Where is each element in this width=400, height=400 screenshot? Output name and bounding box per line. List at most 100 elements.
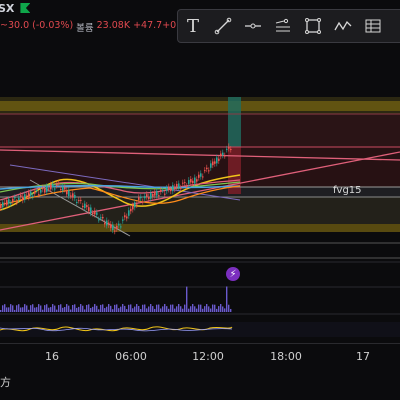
candle-body bbox=[52, 183, 54, 188]
candle-body bbox=[72, 193, 74, 198]
volume-bar bbox=[174, 308, 176, 312]
volume-bar bbox=[228, 304, 230, 312]
candle-body bbox=[228, 146, 230, 149]
candle-body bbox=[136, 204, 138, 206]
candle-body bbox=[38, 194, 40, 196]
volume-bar bbox=[30, 305, 32, 312]
volume-bar bbox=[172, 304, 174, 312]
volume-bar bbox=[176, 306, 178, 312]
volume-bar bbox=[218, 306, 220, 312]
volume-bar bbox=[226, 286, 228, 312]
time-axis[interactable]: 16 06:00 12:00 18:00 17 bbox=[0, 343, 400, 368]
candle-body bbox=[78, 200, 80, 202]
candle-body bbox=[50, 184, 52, 190]
volume-bar bbox=[130, 304, 132, 312]
candle-body bbox=[184, 182, 186, 184]
candle-body bbox=[14, 197, 16, 199]
volume-bar bbox=[86, 304, 88, 312]
text-tool-button[interactable]: T bbox=[178, 11, 208, 41]
volume-bar bbox=[10, 304, 12, 312]
candle-body bbox=[48, 188, 50, 190]
price-chart[interactable] bbox=[0, 0, 400, 400]
volume-bar bbox=[150, 304, 152, 312]
candle-body bbox=[92, 212, 94, 214]
gray-zone-lower bbox=[0, 197, 400, 224]
candle-body bbox=[210, 163, 212, 168]
volume-bar bbox=[160, 308, 162, 312]
long-position-target bbox=[228, 97, 241, 147]
path-tool-button[interactable] bbox=[328, 11, 358, 41]
table-icon bbox=[365, 19, 381, 33]
flash-event-icon[interactable]: ⚡ bbox=[226, 267, 240, 281]
candle-body bbox=[98, 219, 100, 221]
volume-bar bbox=[138, 305, 140, 312]
volume-bar bbox=[32, 304, 34, 312]
volume-bar bbox=[64, 306, 66, 312]
candle-body bbox=[88, 207, 90, 212]
candle-body bbox=[148, 196, 150, 200]
candle-body bbox=[104, 222, 106, 225]
candle-body bbox=[164, 193, 166, 195]
candle-body bbox=[20, 195, 22, 197]
candle-body bbox=[118, 223, 120, 226]
volume-bar bbox=[54, 305, 56, 312]
volume-bar bbox=[144, 304, 146, 312]
candle-body bbox=[44, 188, 46, 193]
candle-body bbox=[116, 225, 118, 230]
volume-bar bbox=[62, 307, 64, 312]
candle-body bbox=[0, 205, 2, 208]
candle-body bbox=[24, 194, 26, 200]
candle-body bbox=[34, 191, 36, 194]
candle-body bbox=[128, 210, 130, 216]
horizontal-line-tool-button[interactable] bbox=[238, 11, 268, 41]
volume-bar bbox=[178, 304, 180, 312]
candle-body bbox=[138, 197, 140, 200]
volume-bar bbox=[34, 307, 36, 312]
volume-bar bbox=[52, 304, 54, 312]
volume-bar bbox=[96, 305, 98, 312]
volume-bar bbox=[222, 306, 224, 312]
table-tool-button[interactable] bbox=[358, 11, 388, 41]
candle-body bbox=[216, 157, 218, 164]
candle-body bbox=[82, 205, 84, 208]
volume-bar bbox=[100, 304, 102, 312]
volume-bar bbox=[126, 309, 128, 312]
candle-body bbox=[6, 200, 8, 206]
candle-body bbox=[60, 188, 62, 190]
volume-bar bbox=[68, 305, 70, 312]
parallel-channel-tool-button[interactable] bbox=[268, 11, 298, 41]
text-icon: T bbox=[186, 15, 199, 37]
volume-bar bbox=[180, 306, 182, 312]
symbol-header[interactable]: SX bbox=[0, 0, 31, 18]
candle-body bbox=[84, 203, 86, 209]
volume-bar bbox=[210, 308, 212, 312]
candle-body bbox=[26, 195, 28, 197]
candle-body bbox=[112, 224, 114, 231]
volume-bar bbox=[8, 307, 10, 312]
candle-body bbox=[214, 161, 216, 164]
candle-body bbox=[58, 182, 60, 184]
candle-body bbox=[150, 192, 152, 199]
candle-body bbox=[198, 174, 200, 178]
volume-bar bbox=[24, 304, 26, 312]
candle-body bbox=[10, 202, 12, 204]
candle-body bbox=[140, 197, 142, 199]
candle-body bbox=[76, 202, 78, 204]
candle-body bbox=[90, 207, 92, 214]
time-tick: 18:00 bbox=[270, 350, 302, 363]
volume-bar bbox=[194, 306, 196, 312]
volume-bar bbox=[192, 304, 194, 312]
volume-bar bbox=[152, 306, 154, 312]
volume-bar bbox=[28, 309, 30, 312]
volume-bar bbox=[124, 305, 126, 312]
candle-body bbox=[122, 219, 124, 221]
volume-bar bbox=[206, 304, 208, 312]
candle-body bbox=[208, 170, 210, 172]
symbol-name[interactable]: SX bbox=[0, 2, 14, 15]
volume-bar bbox=[18, 304, 20, 312]
volume-bar bbox=[202, 308, 204, 312]
rectangle-tool-button[interactable] bbox=[298, 11, 328, 41]
volume-bar bbox=[108, 304, 110, 312]
candle-body bbox=[106, 220, 108, 226]
trendline-tool-button[interactable] bbox=[208, 11, 238, 41]
